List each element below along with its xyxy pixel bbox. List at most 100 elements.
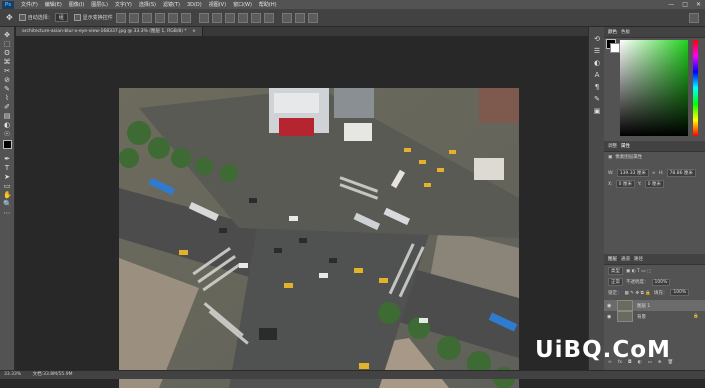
paragraph-icon[interactable]: ¶ [593, 83, 601, 91]
eraser-tool-icon[interactable]: ▤ [3, 112, 11, 120]
canvas-area[interactable] [15, 36, 588, 388]
document-size: 文档:33.8M/55.9M [32, 372, 73, 377]
move-tool-icon[interactable]: ✥ [6, 13, 13, 22]
zoom-tool-icon[interactable]: 🔍 [3, 200, 12, 208]
distribute-bottom-icon[interactable] [224, 12, 235, 23]
layer-row-layer1[interactable]: ◉ 图层 1 [604, 300, 705, 311]
distribute-right-icon[interactable] [263, 12, 274, 23]
hand-tool-icon[interactable]: ✋ [3, 191, 12, 199]
quick-select-tool-icon[interactable]: ⌘ [3, 58, 11, 66]
panel-dock: ⟲ ☰ ◐ A ¶ ✎ ▣ [588, 27, 605, 370]
tab-paths[interactable]: 路径 [634, 256, 643, 262]
menu-window[interactable]: 窗口(W) [233, 1, 252, 8]
align-middle-icon[interactable] [128, 12, 139, 23]
lock-icons[interactable]: ▦ ✎ ✥ ⧉ 🔒 [625, 290, 651, 296]
w-field[interactable]: 139.33 厘米 [616, 169, 649, 177]
filter-icons[interactable]: ▣ ◐ T ▭ ⬚ [626, 269, 651, 274]
align-bottom-icon[interactable] [141, 12, 152, 23]
blend-mode-dropdown[interactable]: 正常 [608, 278, 623, 286]
menu-select[interactable]: 选择(S) [139, 1, 156, 8]
tab-color[interactable]: 颜色 [608, 29, 617, 35]
fill-field[interactable]: 100% [670, 289, 690, 296]
align-right-icon[interactable] [180, 12, 191, 23]
show-transform-option[interactable]: 显示变换控件 [73, 14, 113, 21]
type-tool-icon[interactable]: T [3, 164, 11, 172]
tab-channels[interactable]: 通道 [621, 256, 630, 262]
show-transform-checkbox[interactable] [73, 14, 81, 21]
menu-type[interactable]: 文字(Y) [115, 1, 132, 8]
gradient-tool-icon[interactable]: ◐ [3, 121, 11, 129]
auto-select-dropdown[interactable]: 组 [54, 13, 68, 22]
pen-tool-icon[interactable]: ✒ [3, 155, 11, 163]
3d-pan-icon[interactable] [307, 12, 318, 23]
libraries-icon[interactable]: ▣ [593, 107, 601, 115]
align-left-icon[interactable] [154, 12, 165, 23]
eyedropper-tool-icon[interactable]: ⊘ [3, 76, 11, 84]
menu-3d[interactable]: 3D(D) [187, 2, 202, 8]
layer-kind-filter[interactable]: 类型 [608, 267, 623, 275]
visibility-eye-icon[interactable]: ◉ [607, 314, 613, 320]
pixel-layer-icon: ▣ [608, 154, 613, 160]
history-icon[interactable]: ⟲ [593, 35, 601, 43]
align-center-icon[interactable] [167, 12, 178, 23]
y-field[interactable]: 0 厘米 [644, 180, 664, 188]
opacity-field[interactable]: 100% [651, 278, 671, 286]
tab-adjustments[interactable]: 调整 [608, 143, 617, 149]
distribute-center-icon[interactable] [250, 12, 261, 23]
color-bg-swatch[interactable] [610, 43, 620, 53]
marquee-tool-icon[interactable]: ⬚ [3, 40, 11, 48]
menu-layer[interactable]: 图层(L) [91, 1, 108, 8]
distribute-middle-icon[interactable] [211, 12, 222, 23]
path-select-tool-icon[interactable]: ➤ [3, 173, 11, 181]
document-image[interactable] [119, 88, 519, 388]
layer-row-background[interactable]: ◉ 背景 🔒 [604, 311, 705, 322]
move-tool-icon[interactable]: ✥ [3, 31, 11, 39]
color-picker-field[interactable] [620, 40, 688, 136]
visibility-eye-icon[interactable]: ◉ [607, 303, 613, 309]
crop-tool-icon[interactable]: ✂ [3, 67, 11, 75]
rectangle-tool-icon[interactable]: ▭ [3, 182, 11, 190]
auto-select-checkbox[interactable] [18, 14, 26, 21]
brush-settings-icon[interactable]: ✎ [593, 95, 601, 103]
x-field[interactable]: 0 厘米 [615, 180, 635, 188]
menu-help[interactable]: 帮助(H) [259, 1, 277, 8]
brush-tool-icon[interactable]: ⌇ [3, 94, 11, 102]
edit-toolbar-icon[interactable]: ⋯ [3, 209, 11, 217]
menu-view[interactable]: 视图(V) [209, 1, 226, 8]
auto-select-option[interactable]: 自动选择： 组 [18, 13, 68, 22]
document-tab[interactable]: architecture-asian-blur-x-eye-view-16833… [16, 27, 203, 36]
character-icon[interactable]: A [593, 71, 601, 79]
minimize-button[interactable]: — [668, 0, 674, 9]
menu-filter[interactable]: 滤镜(T) [163, 1, 180, 8]
link-icon[interactable]: ∞ [652, 171, 656, 176]
workspace-icon[interactable] [689, 12, 699, 23]
3d-rotate-icon[interactable] [294, 12, 305, 23]
close-button[interactable]: ✕ [696, 0, 701, 9]
foreground-color-swatch[interactable] [3, 140, 12, 149]
zoom-level[interactable]: 33.33% [4, 372, 21, 377]
properties-icon[interactable]: ☰ [593, 47, 601, 55]
align-top-icon[interactable] [115, 12, 126, 23]
distribute-left-icon[interactable] [237, 12, 248, 23]
healing-brush-tool-icon[interactable]: ✎ [3, 85, 11, 93]
adjust-icon[interactable]: ◐ [593, 59, 601, 67]
lasso-tool-icon[interactable]: ʘ [3, 49, 11, 57]
menu-file[interactable]: 文件(F) [21, 1, 38, 8]
maximize-button[interactable]: □ [682, 0, 688, 9]
tab-swatches[interactable]: 色板 [621, 29, 630, 35]
menu-edit[interactable]: 编辑(E) [45, 1, 62, 8]
h-field[interactable]: 78.86 厘米 [666, 169, 696, 177]
tab-layers[interactable]: 图层 [608, 256, 617, 262]
layer-name[interactable]: 背景 [637, 314, 646, 320]
tab-properties[interactable]: 属性 [621, 143, 630, 149]
distribute-top-icon[interactable] [198, 12, 209, 23]
layer-name[interactable]: 图层 1 [637, 303, 650, 309]
clone-stamp-tool-icon[interactable]: ✐ [3, 103, 11, 111]
menu-image[interactable]: 图像(I) [69, 1, 84, 8]
dodge-tool-icon[interactable]: ☉ [3, 130, 11, 138]
close-tab-icon[interactable]: × [192, 29, 196, 34]
right-panels: 颜色 色板 调整 属性 ▣ 像素图层属性 W: 139.33 厘米 ∞ H: 7… [604, 27, 705, 370]
x-label: X: [608, 181, 613, 187]
hue-slider[interactable] [693, 40, 698, 136]
3d-mode-icon[interactable] [281, 12, 292, 23]
